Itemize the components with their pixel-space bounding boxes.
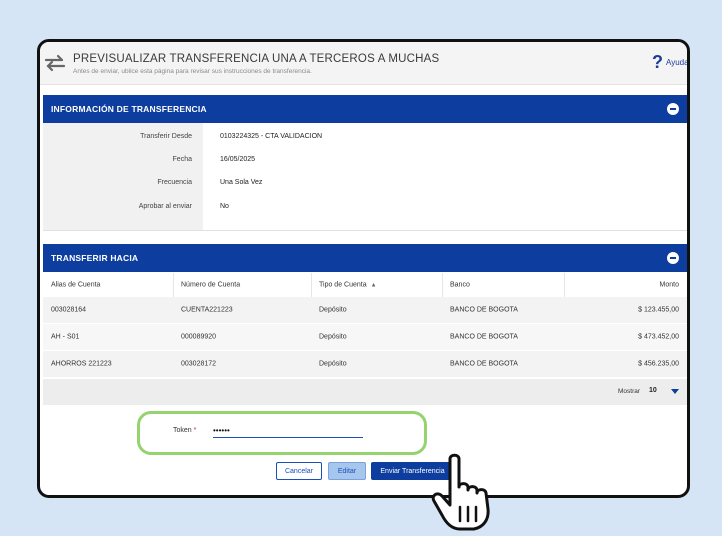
page-size-label: Mostrar [618,388,641,395]
transfer-info-header: INFORMACIÓN DE TRANSFERENCIA [43,95,687,123]
transfer-info-body: Transferir Desde 0103224325 - CTA VALIDA… [43,123,687,231]
app-window: PREVISUALIZAR TRANSFERENCIA UNA A TERCER… [37,39,690,498]
info-row: Fecha 16/05/2025 [43,151,687,171]
column-header-type[interactable]: Tipo de Cuenta ▲ [311,273,443,297]
info-value: 16/05/2025 [220,156,256,163]
token-label: Token * [173,427,197,434]
column-header-bank[interactable]: Banco [442,273,565,297]
table-header-row: Alias de Cuenta Número de Cuenta Tipo de… [43,273,687,298]
table-row: AH - S01 000089920 Depósito BANCO DE BOG… [43,324,687,351]
edit-button[interactable]: Editar [328,462,366,480]
sort-ascending-icon: ▲ [370,282,377,289]
help-icon[interactable]: ? [652,52,663,73]
bank-cell: BANCO DE BOGOTA [450,333,518,341]
collapse-transfer-info-button[interactable] [667,103,679,115]
table-row: 003028164 CUENTA221223 Depósito BANCO DE… [43,297,687,324]
collapse-transfer-to-button[interactable] [667,252,679,264]
transfer-info-title: INFORMACIÓN DE TRANSFERENCIA [51,104,207,114]
type-cell: Depósito [319,360,347,368]
alias-cell: AH - S01 [51,333,80,341]
info-value: 0103224325 - CTA VALIDACION [220,133,323,140]
alias-cell: AHORROS 221223 [51,360,112,368]
account-cell: 000089920 [181,333,217,341]
info-row: Aprobar al enviar No [43,198,687,218]
column-header-amount[interactable]: Monto [564,273,687,297]
transfer-to-header: TRANSFERIR HACIA [43,244,687,272]
token-input[interactable] [213,423,363,438]
account-cell: 003028172 [181,360,217,368]
pointer-hand-icon [431,453,490,531]
amount-cell: $ 123.455,00 [638,306,679,314]
info-row: Frecuencia Una Sola Vez [43,174,687,194]
column-header-account[interactable]: Número de Cuenta [173,273,312,297]
token-highlight: Token * [137,411,427,455]
account-cell: CUENTA221223 [181,306,233,314]
info-label: Frecuencia [157,179,192,186]
page-header: PREVISUALIZAR TRANSFERENCIA UNA A TERCER… [40,42,687,85]
table-row: AHORROS 221223 003028172 Depósito BANCO … [43,351,687,378]
info-label: Transferir Desde [140,133,192,140]
bank-cell: BANCO DE BOGOTA [450,360,518,368]
info-value: No [220,203,229,210]
info-row: Transferir Desde 0103224325 - CTA VALIDA… [43,128,687,148]
cancel-button[interactable]: Cancelar [276,462,322,480]
minus-icon [670,257,676,259]
info-label: Aprobar al enviar [138,203,192,210]
chevron-down-icon[interactable] [671,389,679,394]
amount-cell: $ 473.452,00 [638,333,679,341]
required-marker: * [193,427,197,434]
minus-icon [670,108,676,110]
info-value: Una Sola Vez [220,179,263,186]
page-title: PREVISUALIZAR TRANSFERENCIA UNA A TERCER… [73,53,440,65]
alias-cell: 003028164 [51,306,87,314]
column-header-alias[interactable]: Alias de Cuenta [43,273,174,297]
bank-cell: BANCO DE BOGOTA [450,306,518,314]
page-subtitle: Antes de enviar, ublice esta página para… [73,68,312,75]
help-link[interactable]: Ayuda [666,58,687,67]
page-size-select[interactable]: 10 [649,387,657,394]
amount-cell: $ 456.235,00 [638,360,679,368]
type-cell: Depósito [319,333,347,341]
info-label: Fecha [172,156,192,163]
swap-arrows-icon [44,54,66,72]
pagination-bar: Mostrar 10 [43,379,687,405]
type-cell: Depósito [319,306,347,314]
transfer-to-title: TRANSFERIR HACIA [51,253,139,263]
